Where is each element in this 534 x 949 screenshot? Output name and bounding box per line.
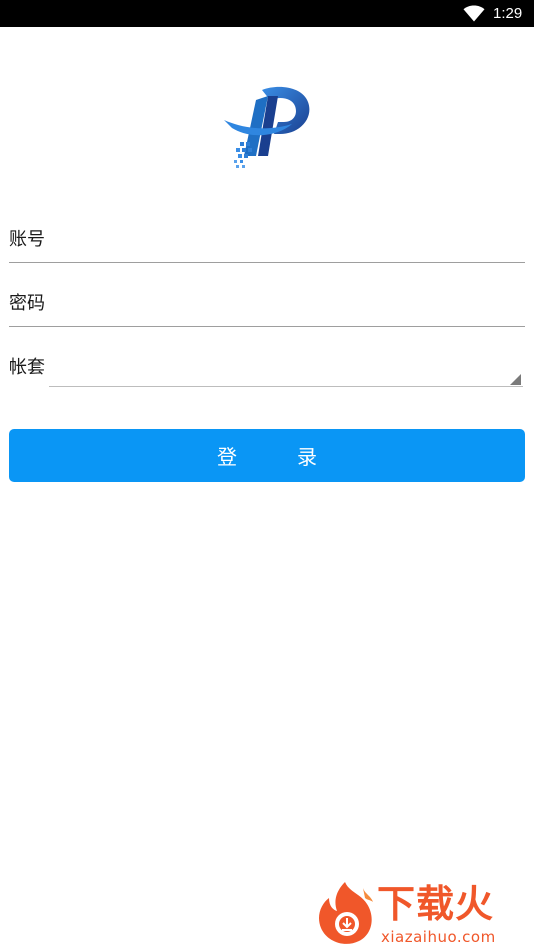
password-underline bbox=[9, 326, 525, 327]
account-input[interactable] bbox=[49, 228, 519, 254]
dropdown-arrow-icon bbox=[510, 374, 521, 385]
password-input[interactable] bbox=[49, 292, 519, 318]
status-bar: 1:29 bbox=[0, 0, 534, 27]
company-logo-icon bbox=[224, 86, 310, 168]
book-field: 帐套 bbox=[9, 356, 525, 390]
login-button[interactable]: 登录 bbox=[9, 429, 525, 482]
book-select[interactable] bbox=[49, 356, 525, 387]
password-label: 密码 bbox=[9, 293, 45, 314]
watermark-url: xiazaihuo.com bbox=[381, 928, 496, 946]
watermark: 下载火 xiazaihuo.com bbox=[315, 878, 530, 946]
account-field: 账号 bbox=[9, 226, 525, 266]
book-underline bbox=[49, 386, 523, 387]
account-label: 账号 bbox=[9, 229, 45, 250]
book-label: 帐套 bbox=[9, 357, 45, 378]
watermark-title: 下载火 bbox=[377, 882, 495, 926]
login-screen: 1:29 账号 密码 帐套 登录 下载火 xiazaihuo.com bbox=[0, 0, 534, 949]
flame-download-icon bbox=[318, 882, 373, 944]
password-field: 密码 bbox=[9, 290, 525, 330]
status-time: 1:29 bbox=[493, 5, 523, 22]
account-underline bbox=[9, 262, 525, 263]
wifi-icon bbox=[463, 5, 485, 22]
